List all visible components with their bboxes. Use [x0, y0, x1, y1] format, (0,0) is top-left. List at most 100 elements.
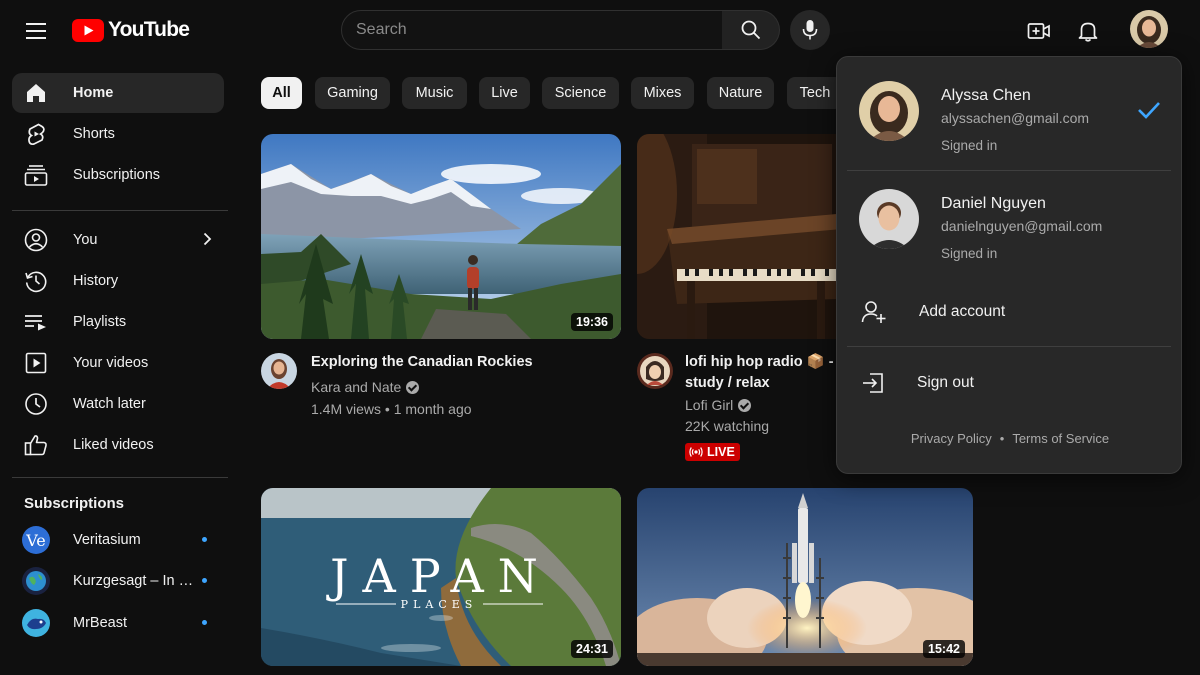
- playlist-icon: [24, 310, 48, 334]
- sidebar-item-your-videos[interactable]: Your videos: [12, 343, 224, 383]
- sidebar-item-playlists[interactable]: Playlists: [12, 302, 224, 342]
- checkmark-icon: [1138, 102, 1160, 119]
- rocket-launch-image: [637, 488, 973, 666]
- video-duration: 19:36: [571, 313, 613, 331]
- verified-badge-icon: [406, 381, 420, 394]
- sidebar-item-label: Liked videos: [73, 437, 154, 453]
- account-avatar[interactable]: [859, 189, 919, 249]
- sidebar-item-liked-videos[interactable]: Liked videos: [12, 425, 224, 465]
- create-button[interactable]: [1024, 16, 1054, 46]
- account-name[interactable]: Daniel Nguyen: [941, 195, 1046, 213]
- privacy-policy-link[interactable]: Privacy Policy: [911, 431, 992, 446]
- sidebar-divider: [12, 477, 228, 478]
- new-content-dot: [202, 620, 207, 625]
- youtube-logo[interactable]: YouTube: [72, 18, 190, 42]
- video-duration: 15:42: [923, 640, 965, 658]
- sidebar-item-label: Shorts: [73, 126, 115, 142]
- new-content-dot: [202, 578, 207, 583]
- bell-icon: [1078, 22, 1098, 42]
- menu-divider: [847, 170, 1171, 171]
- video-duration: 24:31: [571, 640, 613, 658]
- video-title-line-2[interactable]: study / relax: [685, 373, 837, 393]
- subscription-item-veritasium[interactable]: Ve Veritasium: [12, 520, 224, 560]
- overlay-subtitle: PLACES: [401, 598, 478, 611]
- account-avatar[interactable]: [859, 81, 919, 141]
- voice-search-button[interactable]: [790, 10, 830, 50]
- sidebar-item-shorts[interactable]: Shorts: [12, 114, 224, 154]
- chip-tech[interactable]: Tech: [787, 77, 843, 109]
- sidebar-item-label: Home: [73, 85, 114, 101]
- account-email: danielnguyen@gmail.com: [941, 218, 1103, 234]
- mountain-lake-image: [261, 134, 621, 339]
- sidebar-item-label: Subscriptions: [73, 167, 161, 183]
- add-account-button[interactable]: Add account: [847, 287, 1171, 337]
- footer-separator: •: [999, 431, 1005, 446]
- home-icon: [24, 81, 48, 105]
- account-menu: Alyssa Chen alyssachen@gmail.com Signed …: [836, 56, 1182, 474]
- video-thumbnail[interactable]: 19:36: [261, 134, 621, 339]
- chip-live[interactable]: Live: [479, 77, 530, 109]
- sidebar-item-label: Playlists: [73, 314, 127, 330]
- video-thumbnail[interactable]: JAPAN PLACES 24:31: [261, 488, 621, 666]
- sidebar-item-you[interactable]: You: [12, 220, 224, 260]
- terms-of-service-link[interactable]: Terms of Service: [1012, 431, 1109, 446]
- video-icon: [24, 351, 48, 375]
- logo-text: YouTube: [108, 18, 190, 41]
- youtube-play-logo-icon: [72, 18, 104, 42]
- video-title[interactable]: Exploring the Canadian Rockies: [311, 352, 611, 372]
- sidebar-divider: [12, 210, 228, 211]
- shorts-icon: [24, 122, 48, 146]
- sidebar-item-subscriptions[interactable]: Subscriptions: [12, 155, 224, 195]
- subscription-item-mrbeast[interactable]: MrBeast: [12, 603, 224, 643]
- top-bar: YouTube: [0, 0, 1200, 62]
- microphone-icon: [802, 20, 818, 40]
- sidebar-item-label: History: [73, 273, 119, 289]
- sign-out-icon: [863, 373, 883, 393]
- sidebar-item-history[interactable]: History: [12, 261, 224, 301]
- account-email: alyssachen@gmail.com: [941, 110, 1090, 126]
- search-input[interactable]: [356, 21, 708, 39]
- sign-out-label: Sign out: [917, 374, 974, 391]
- create-video-icon: [1027, 23, 1050, 39]
- avatar-text: Ve: [25, 531, 46, 550]
- thumbs-up-icon: [24, 433, 48, 457]
- video-thumbnail[interactable]: 15:42: [637, 488, 973, 666]
- chip-mixes[interactable]: Mixes: [631, 77, 694, 109]
- history-icon: [24, 269, 48, 293]
- search-icon: [741, 20, 760, 40]
- subscription-label: Veritasium: [73, 532, 141, 548]
- chip-music[interactable]: Music: [402, 77, 467, 109]
- account-name[interactable]: Alyssa Chen: [941, 87, 1031, 105]
- chip-all[interactable]: All: [261, 77, 302, 109]
- channel-avatar[interactable]: [261, 353, 297, 389]
- video-title-line-1[interactable]: lofi hip hop radio 📦 - bea: [685, 352, 837, 372]
- menu-button[interactable]: [22, 17, 52, 45]
- clock-icon: [24, 392, 48, 416]
- subscription-item-kurzgesagt[interactable]: Kurzgesagt – In a Nutshell: [12, 561, 224, 601]
- sidebar-item-watch-later[interactable]: Watch later: [12, 384, 224, 424]
- chevron-right-icon: [203, 232, 212, 246]
- japan-coast-image: JAPAN PLACES: [261, 488, 621, 666]
- sign-out-button[interactable]: Sign out: [847, 358, 1171, 408]
- video-meta: 22K watching: [685, 418, 770, 434]
- search-button[interactable]: [722, 10, 780, 50]
- overlay-title: JAPAN: [326, 549, 552, 603]
- channel-name-text: Lofi Girl: [685, 397, 734, 413]
- channel-name[interactable]: Kara and Nate: [311, 377, 420, 397]
- add-account-label: Add account: [919, 303, 1006, 320]
- live-broadcast-icon: [689, 447, 703, 457]
- video-meta: 1.4M views • 1 month ago: [311, 401, 472, 417]
- user-icon: [24, 228, 48, 252]
- sidebar-item-home[interactable]: Home: [12, 73, 224, 113]
- chip-gaming[interactable]: Gaming: [315, 77, 390, 109]
- chip-nature[interactable]: Nature: [707, 77, 774, 109]
- chip-science[interactable]: Science: [542, 77, 619, 109]
- menu-divider: [847, 346, 1171, 347]
- subscription-label: Kurzgesagt – In a Nutshell: [73, 573, 198, 589]
- sidebar-item-label: You: [73, 232, 98, 248]
- channel-name[interactable]: Lofi Girl: [685, 395, 752, 415]
- search-box[interactable]: [341, 10, 723, 50]
- notifications-button[interactable]: [1073, 16, 1103, 46]
- account-avatar-button[interactable]: [1130, 10, 1168, 48]
- channel-avatar[interactable]: [637, 353, 673, 389]
